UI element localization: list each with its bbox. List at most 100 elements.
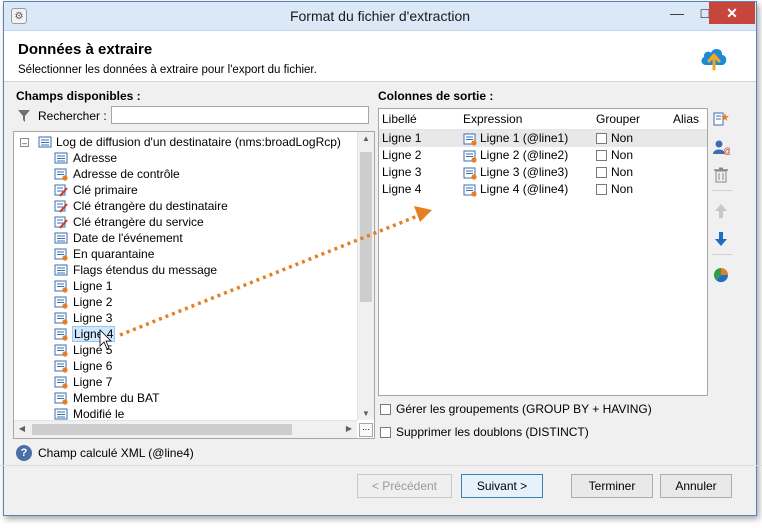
previous-button[interactable]: < Précédent: [357, 474, 452, 498]
field-computed-icon: [54, 328, 68, 341]
cell-expression[interactable]: Ligne 2 (@line2): [480, 147, 568, 164]
output-columns-grid[interactable]: Libellé Expression Grouper Alias Ligne 1…: [378, 108, 708, 396]
filter-icon[interactable]: [17, 109, 31, 123]
grouper-checkbox[interactable]: [596, 167, 607, 178]
tree-item[interactable]: Ligne 7: [54, 374, 354, 390]
scroll-down-icon[interactable]: ▼: [358, 409, 374, 418]
key-icon: [54, 184, 68, 197]
field-icon: [54, 408, 68, 420]
group-by-checkbox[interactable]: [380, 404, 391, 415]
grid-row[interactable]: Ligne 1 Ligne 1 (@line1) Non: [379, 130, 707, 147]
column-header-grouper[interactable]: Grouper: [596, 112, 640, 126]
distinct-option[interactable]: Supprimer les doublons (DISTINCT): [380, 425, 589, 439]
field-computed-icon: [54, 344, 68, 357]
minimize-button[interactable]: —: [664, 4, 690, 24]
tree-item[interactable]: Ligne 4: [54, 326, 354, 342]
cell-libelle[interactable]: Ligne 3: [382, 164, 421, 181]
column-header-expression[interactable]: Expression: [463, 112, 522, 126]
next-button[interactable]: Suivant >: [461, 474, 543, 498]
page-title: Données à extraire: [18, 41, 153, 58]
grouper-checkbox[interactable]: [596, 133, 607, 144]
hscroll-thumb[interactable]: [32, 424, 292, 435]
scroll-left-icon[interactable]: ◀: [14, 424, 30, 433]
grid-row[interactable]: Ligne 3 Ligne 3 (@line3) Non: [379, 164, 707, 181]
grid-row[interactable]: Ligne 4 Ligne 4 (@line4) Non: [379, 181, 707, 198]
grouper-checkbox[interactable]: [596, 150, 607, 161]
grouper-value: Non: [611, 148, 634, 162]
tree-item-label: Membre du BAT: [73, 391, 160, 405]
tree-content: – Log de diffusion d'un destinataire (nm…: [14, 132, 357, 420]
cell-grouper[interactable]: Non: [596, 164, 633, 181]
tree-item[interactable]: Clé étrangère du destinataire: [54, 198, 354, 214]
collapse-icon[interactable]: –: [20, 138, 29, 148]
search-label: Rechercher :: [38, 109, 107, 123]
delete-icon[interactable]: [712, 166, 730, 184]
tree-item[interactable]: Clé étrangère du service: [54, 214, 354, 230]
finish-button[interactable]: Terminer: [571, 474, 653, 498]
move-down-icon[interactable]: [712, 230, 730, 248]
distribution-icon[interactable]: [712, 266, 730, 284]
grouper-checkbox[interactable]: [596, 184, 607, 195]
field-icon: [54, 152, 68, 164]
tree-item-label: Ligne 5: [73, 343, 113, 357]
add-alias-icon[interactable]: @: [712, 138, 730, 156]
tree-vertical-scrollbar[interactable]: ▲ ▼: [357, 132, 374, 420]
tree-item[interactable]: Date de l'événement: [54, 230, 354, 246]
tree-item[interactable]: Flags étendus du message: [54, 262, 354, 278]
tree-item[interactable]: Ligne 2: [54, 294, 354, 310]
search-row: Rechercher :: [14, 106, 372, 128]
tree-item[interactable]: Membre du BAT: [54, 390, 354, 406]
cell-expression[interactable]: Ligne 4 (@line4): [480, 181, 568, 198]
group-by-option[interactable]: Gérer les groupements (GROUP BY + HAVING…: [380, 402, 652, 416]
tree-item-label: Modifié le: [73, 407, 125, 420]
tree-item-label: Ligne 4: [72, 326, 116, 342]
column-header-alias[interactable]: Alias: [673, 112, 699, 126]
tree-item[interactable]: En quarantaine: [54, 246, 354, 262]
tree-item[interactable]: Ligne 5: [54, 342, 354, 358]
help-icon[interactable]: ?: [16, 445, 32, 461]
tree-item[interactable]: Ligne 6: [54, 358, 354, 374]
cell-libelle[interactable]: Ligne 1: [382, 130, 421, 147]
tree-item-label: Adresse de contrôle: [73, 167, 180, 181]
grid-row[interactable]: Ligne 2 Ligne 2 (@line2) Non: [379, 147, 707, 164]
tree-item[interactable]: Clé primaire: [54, 182, 354, 198]
cancel-button[interactable]: Annuler: [660, 474, 732, 498]
tree-item[interactable]: Adresse de contrôle: [54, 166, 354, 182]
tree-item-label: Ligne 6: [73, 359, 113, 373]
column-header-libelle[interactable]: Libellé: [382, 112, 417, 126]
grouper-value: Non: [611, 182, 634, 196]
output-columns-label: Colonnes de sortie :: [378, 89, 494, 103]
tree-item[interactable]: Ligne 3: [54, 310, 354, 326]
cell-expression[interactable]: Ligne 3 (@line3): [480, 164, 568, 181]
scroll-right-icon[interactable]: ▶: [341, 424, 357, 433]
tree-horizontal-scrollbar[interactable]: ◀ ▶: [14, 420, 357, 438]
distinct-label: Supprimer les doublons (DISTINCT): [396, 425, 589, 439]
toolbar-separator-2: [712, 254, 732, 255]
tree-item[interactable]: Adresse: [54, 150, 354, 166]
close-button[interactable]: ✕: [709, 2, 755, 24]
key-icon: [54, 200, 68, 213]
cloud-upload-icon: [701, 49, 727, 71]
search-input[interactable]: [111, 106, 369, 124]
add-column-icon[interactable]: [712, 110, 730, 128]
tree-item-label: Clé primaire: [73, 183, 138, 197]
scroll-thumb[interactable]: [360, 152, 372, 302]
distinct-checkbox[interactable]: [380, 427, 391, 438]
cell-libelle[interactable]: Ligne 4: [382, 181, 421, 198]
cell-grouper[interactable]: Non: [596, 147, 633, 164]
field-computed-icon: [54, 392, 68, 405]
tree-item-label: Ligne 1: [73, 279, 113, 293]
field-tree[interactable]: – Log de diffusion d'un destinataire (nm…: [13, 131, 375, 439]
title-bar[interactable]: ⚙ Format du fichier d'extraction — ☐ ✕: [4, 2, 756, 31]
field-icon: [54, 232, 68, 244]
more-options-button[interactable]: ⋯: [359, 423, 373, 437]
move-up-icon[interactable]: [712, 202, 730, 220]
scroll-up-icon[interactable]: ▲: [358, 134, 374, 143]
tree-item[interactable]: Modifié le: [54, 406, 354, 420]
cell-grouper[interactable]: Non: [596, 130, 633, 147]
tree-root[interactable]: – Log de diffusion d'un destinataire (nm…: [18, 134, 357, 150]
tree-item[interactable]: Ligne 1: [54, 278, 354, 294]
cell-libelle[interactable]: Ligne 2: [382, 147, 421, 164]
cell-grouper[interactable]: Non: [596, 181, 633, 198]
cell-expression[interactable]: Ligne 1 (@line1): [480, 130, 568, 147]
